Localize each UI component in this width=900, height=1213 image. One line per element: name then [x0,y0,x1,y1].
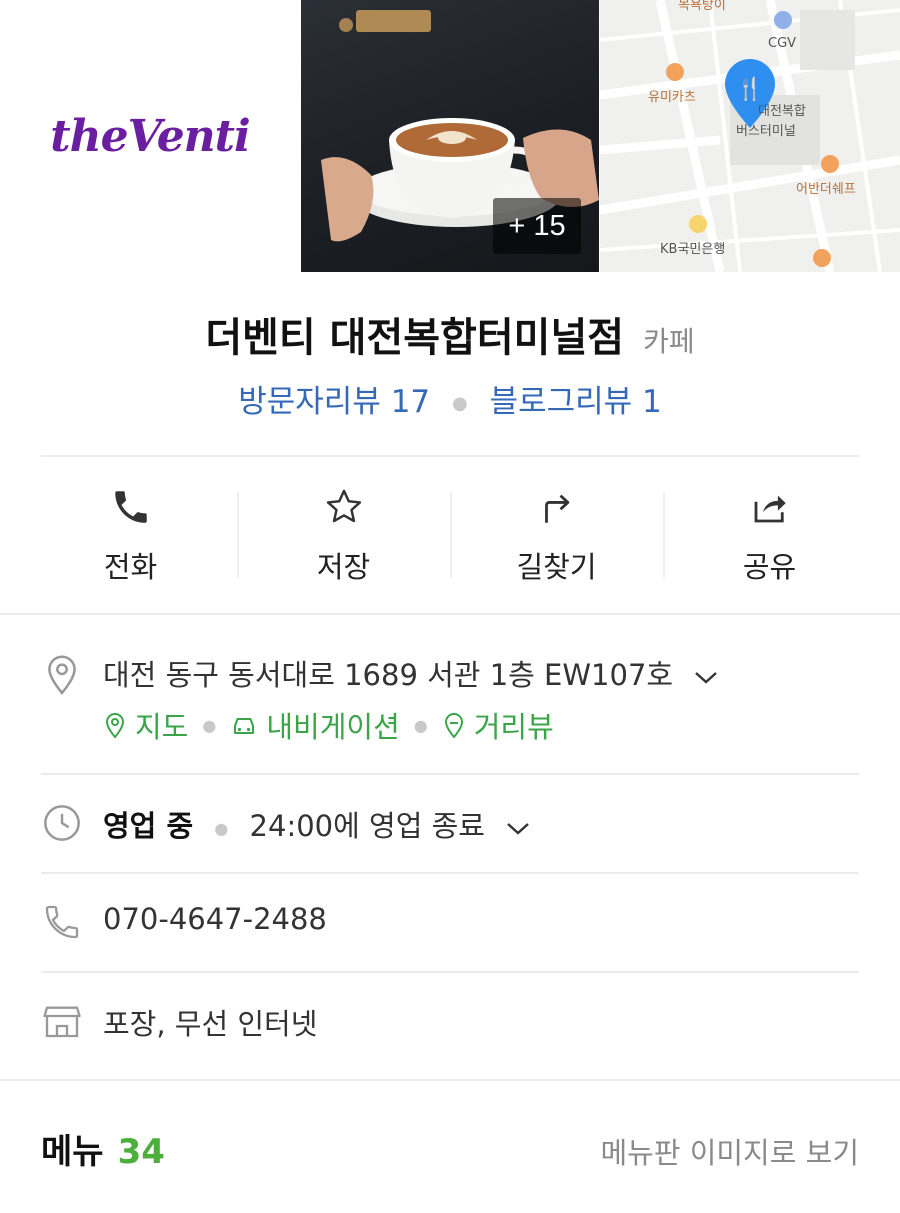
separator-dot: ● [202,715,217,735]
amenities-row: 포장, 무선 인터넷 [41,1001,859,1043]
review-links: 방문자리뷰 17 ● 블로그리뷰 1 [0,376,900,421]
call-button[interactable]: 전화 [24,480,237,586]
directions-label: 길찾기 [516,550,597,584]
map-label-cgv: CGV [768,36,797,51]
separator-dot: ● [413,715,428,735]
action-bar: 전화 저장 길찾기 공유 [24,480,876,586]
separator-dot: ● [214,818,229,838]
divider [41,872,859,874]
clock-icon [44,805,80,841]
share-icon [754,495,786,523]
address-row[interactable]: 대전 동구 동서대로 1689 서관 1층 EW107호 [41,652,859,696]
menu-title-label: 메뉴 [41,1132,104,1172]
menu-board-link[interactable]: 메뉴판 이미지로 보기 [600,1130,859,1172]
navigation-link-label: 내비게이션 [266,710,400,744]
call-label: 전화 [103,550,158,584]
star-icon [326,489,361,523]
map-label-kb-bank: KB국민은행 [660,242,726,257]
map-label-top: 목욕탕이 [678,0,726,13]
save-label: 저장 [316,550,371,584]
open-status: 영업 중 [103,809,194,843]
hours-text: 영업 중 ● 24:00에 영업 종료 [103,803,532,845]
phone-outline-icon [45,905,79,939]
save-button[interactable]: 저장 [237,480,450,586]
separator-dot: ● [452,393,468,414]
brand-logo: theVenti [50,110,250,162]
phone-row[interactable]: 070-4647-2488 [41,902,859,942]
address-text: 대전 동구 동서대로 1689 서관 1층 EW107호 [103,652,720,694]
car-icon [234,718,255,734]
chevron-down-icon[interactable] [504,818,532,838]
address-value: 대전 동구 동서대로 1689 서관 1층 EW107호 [103,658,674,692]
hours-row[interactable]: 영업 중 ● 24:00에 영업 종료 [41,803,859,845]
location-pin-icon [48,655,76,695]
divider [0,1079,900,1081]
divider [41,971,859,973]
streetview-link-label: 거리뷰 [473,710,554,744]
more-photos-badge[interactable]: + 15 [493,198,581,254]
directions-icon [544,494,569,523]
amenities-text: 포장, 무선 인터넷 [103,1007,318,1041]
svg-text:🍴: 🍴 [736,76,763,102]
address-sub-links: 지도 ● 내비게이션 ● 거리뷰 [103,704,554,746]
place-category: 카페 [643,325,695,358]
map-thumbnail[interactable]: 🍴 유미카츠 CGV 대전복합 버스터미널 어반더쉐프 KB국민은행 목욕탕이 [600,0,900,272]
map-label-yumikatsu: 유미카츠 [648,90,696,105]
streetview-icon [444,713,463,739]
map-label-terminal-1: 대전복합 [758,104,806,119]
divider [41,455,859,457]
menu-header: 메뉴 34 메뉴판 이미지로 보기 [41,1124,859,1173]
map-pin-icon [105,713,125,739]
streetview-link[interactable]: 거리뷰 [442,704,554,746]
chevron-down-icon[interactable] [692,667,720,687]
closing-time: 24:00에 영업 종료 [249,809,485,843]
menu-count: 34 [117,1132,165,1172]
navigation-link[interactable]: 내비게이션 [230,704,400,746]
map-label-urbanchef: 어반더쉐프 [796,182,856,197]
place-name: 더벤티 대전복합터미널점 [205,315,625,361]
logo-tile[interactable]: theVenti [0,0,300,272]
share-button[interactable]: 공유 [663,480,876,586]
store-icon [43,1006,81,1038]
place-title-row: 더벤티 대전복합터미널점 카페 [0,305,900,363]
map-label-terminal-2: 버스터미널 [736,124,796,139]
directions-button[interactable]: 길찾기 [450,480,663,586]
share-label: 공유 [742,550,797,584]
menu-title: 메뉴 34 [41,1124,165,1173]
divider [41,773,859,775]
phone-icon [114,491,147,523]
phone-number: 070-4647-2488 [103,902,327,936]
blog-review-link[interactable]: 블로그리뷰 1 [490,384,662,420]
visitor-review-link[interactable]: 방문자리뷰 17 [238,384,430,420]
divider [0,613,900,615]
map-link[interactable]: 지도 [103,704,188,746]
map-link-label: 지도 [135,710,189,744]
hero-images: theVenti 🍴 유미카츠 CGV 대전복합 버스터미널 어반더쉐프 KB국… [0,0,900,272]
